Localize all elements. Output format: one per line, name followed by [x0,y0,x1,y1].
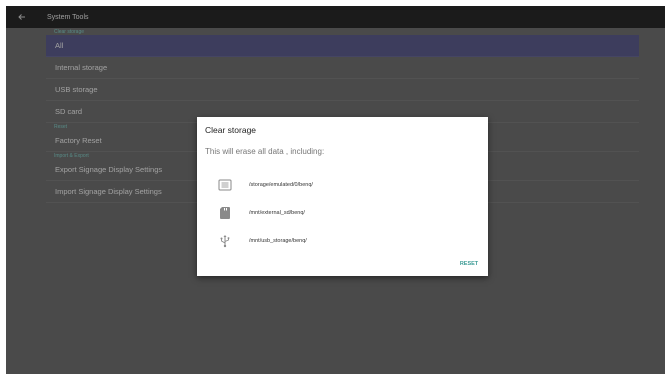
path-row-sd: /mnt/external_sd/benq/ [217,205,305,221]
path-row-usb: /mnt/usb_storage/benq/ [217,233,307,249]
usb-icon [217,233,233,249]
internal-storage-icon [217,177,233,193]
clear-storage-dialog: Clear storage This will erase all data ,… [197,117,488,276]
path-text: /storage/emulated/0/benq/ [249,182,313,188]
path-text: /mnt/external_sd/benq/ [249,210,305,216]
reset-button[interactable]: RESET [456,258,482,270]
sd-card-icon [217,205,233,221]
settings-screen: System Tools Clear storage All Internal … [6,6,665,374]
dialog-title: Clear storage [205,125,257,135]
path-row-internal: /storage/emulated/0/benq/ [217,177,313,193]
dialog-message: This will erase all data , including: [205,147,325,156]
path-text: /mnt/usb_storage/benq/ [249,238,307,244]
